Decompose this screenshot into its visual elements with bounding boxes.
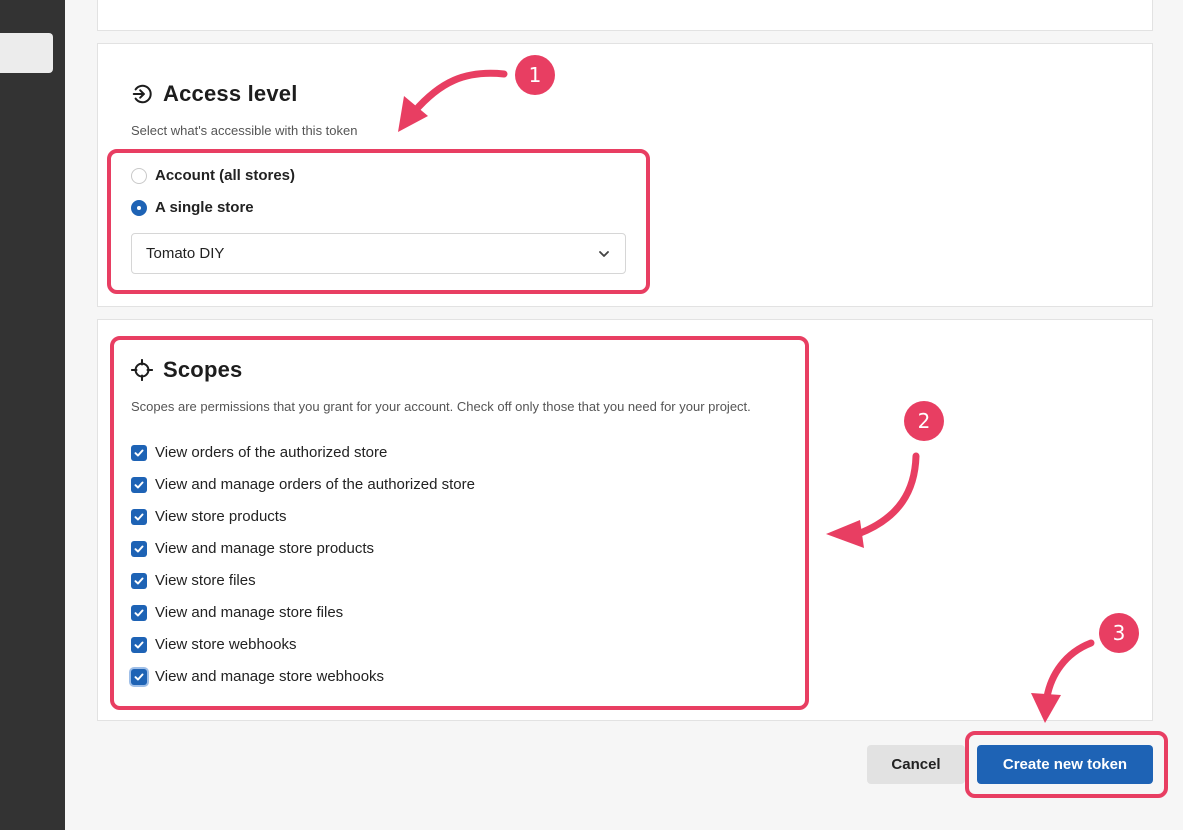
- scope-item[interactable]: View and manage store webhooks: [131, 668, 384, 685]
- create-token-button[interactable]: Create new token: [977, 745, 1153, 784]
- checkmark-icon: [134, 609, 144, 616]
- scope-item[interactable]: View and manage store files: [131, 604, 343, 621]
- scope-checkbox[interactable]: [131, 508, 147, 525]
- chevron-down-icon: [599, 250, 609, 257]
- sidebar-item-active[interactable]: [0, 33, 53, 73]
- scope-checkbox[interactable]: [131, 636, 147, 653]
- step-badge-3: 3: [1099, 613, 1139, 653]
- scope-item[interactable]: View store products: [131, 508, 286, 525]
- scope-label: View and manage store webhooks: [155, 668, 385, 685]
- scope-item[interactable]: View and manage orders of the authorized…: [131, 476, 475, 493]
- scope-checkbox[interactable]: [131, 572, 147, 589]
- scope-checkbox[interactable]: [131, 476, 147, 493]
- access-level-title: Access level: [131, 81, 298, 107]
- scope-label: View and manage store products: [155, 540, 375, 557]
- radio-label: A single store: [155, 199, 254, 216]
- previous-section-card: [97, 0, 1153, 31]
- radio-single-store[interactable]: A single store: [131, 199, 254, 216]
- cancel-button[interactable]: Cancel: [867, 745, 965, 784]
- sidebar: [0, 0, 65, 830]
- checkmark-icon: [134, 673, 144, 680]
- checkmark-icon: [134, 481, 144, 488]
- scope-checkbox[interactable]: [131, 444, 147, 461]
- scope-label: View and manage orders of the authorized…: [155, 476, 475, 493]
- scope-checkbox[interactable]: [131, 540, 147, 557]
- scope-label: View store files: [155, 572, 256, 589]
- scope-label: View store webhooks: [155, 636, 297, 653]
- scope-checkbox[interactable]: [131, 668, 147, 685]
- radio-account-all-stores[interactable]: Account (all stores): [131, 167, 295, 184]
- radio-button[interactable]: [131, 167, 147, 184]
- scope-label: View store products: [155, 508, 287, 525]
- scope-item[interactable]: View store files: [131, 572, 256, 589]
- radio-button[interactable]: [131, 199, 147, 216]
- sign-in-icon: [132, 84, 152, 104]
- checkmark-icon: [134, 545, 144, 552]
- checkmark-icon: [134, 577, 144, 584]
- step-badge-2: 2: [904, 401, 944, 441]
- scope-item[interactable]: View orders of the authorized store: [131, 444, 387, 461]
- scopes-description: Scopes are permissions that you grant fo…: [131, 399, 751, 414]
- scopes-card: Scopes Scopes are permissions that you g…: [97, 319, 1153, 721]
- store-select[interactable]: Tomato DIY: [131, 233, 626, 274]
- checkmark-icon: [134, 513, 144, 520]
- store-select-value: Tomato DIY: [146, 245, 225, 262]
- radio-label: Account (all stores): [155, 167, 296, 184]
- step-badge-1: 1: [515, 55, 555, 95]
- scope-label: View orders of the authorized store: [155, 444, 388, 461]
- scope-item[interactable]: View store webhooks: [131, 636, 296, 653]
- checkmark-icon: [134, 641, 144, 648]
- annotation-arrow-1: [398, 69, 508, 132]
- annotation-arrow-2: [826, 452, 920, 548]
- checkmark-icon: [134, 449, 144, 456]
- scope-item[interactable]: View and manage store products: [131, 540, 374, 557]
- crosshair-icon: [131, 359, 153, 381]
- scope-label: View and manage store files: [155, 604, 344, 621]
- scopes-title: Scopes: [131, 357, 242, 383]
- access-level-description: Select what's accessible with this token: [131, 123, 358, 138]
- access-level-card: Access level Select what's accessible wi…: [97, 43, 1153, 307]
- scope-checkbox[interactable]: [131, 604, 147, 621]
